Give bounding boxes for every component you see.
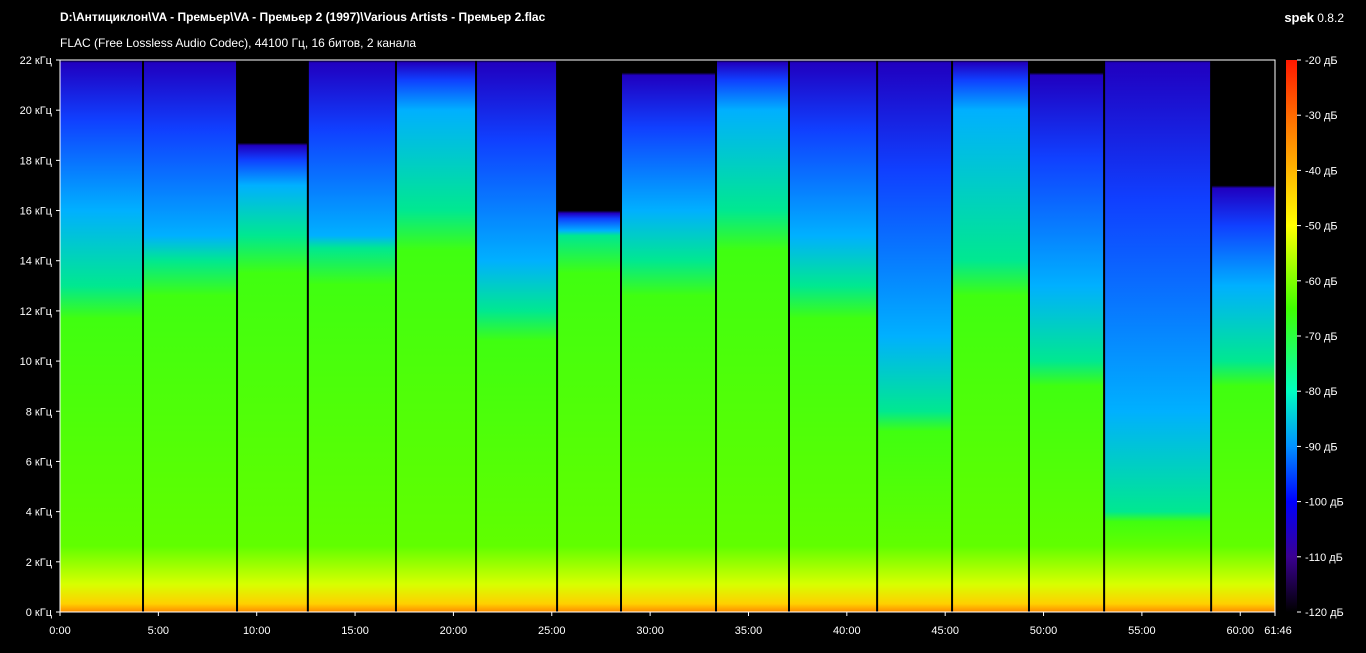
colorbar-tick-label: -40 дБ	[1305, 165, 1338, 177]
spectrogram-segment-11	[877, 60, 953, 612]
spectrogram-segment-12	[952, 60, 1029, 612]
x-tick-label: 45:00	[931, 625, 959, 637]
track-boundary	[1103, 60, 1106, 612]
x-tick-label: 10:00	[243, 625, 271, 637]
y-tick-label: 6 кГц	[26, 456, 53, 468]
x-tick-label: 5:00	[148, 625, 169, 637]
y-tick-label: 0 кГц	[26, 607, 53, 619]
spectrogram-segment-2	[143, 60, 238, 612]
colorbar-tick-label: -50 дБ	[1305, 221, 1338, 233]
spectrogram-segment-7	[557, 60, 622, 612]
spectrogram-segment-5	[395, 60, 477, 612]
track-boundary	[951, 60, 954, 612]
spectrogram-plot	[60, 60, 1275, 612]
x-tick-label: 0:00	[49, 625, 70, 637]
colorbar-tick-label: -30 дБ	[1305, 110, 1338, 122]
y-tick-label: 4 кГц	[26, 507, 53, 519]
track-boundary	[306, 60, 309, 612]
track-boundary	[787, 60, 790, 612]
track-boundary	[620, 60, 623, 612]
spectrogram-segment-8	[621, 60, 717, 612]
x-tick-label: 50:00	[1030, 625, 1058, 637]
colorbar-tick-label: -90 дБ	[1305, 441, 1338, 453]
spectrogram-segment-3	[237, 60, 308, 612]
frequency-axis: 0 кГц 2 кГц 4 кГц 6 кГц 8 кГц 10 кГц 12 кГц 14 …	[20, 55, 60, 619]
track-boundary	[1210, 60, 1213, 612]
spectrogram-segment-6	[476, 60, 558, 612]
y-tick-label: 10 кГц	[20, 356, 53, 368]
track-boundary	[394, 60, 397, 612]
y-tick-label: 8 кГц	[26, 406, 53, 418]
colorbar	[1286, 60, 1297, 612]
y-tick-label: 18 кГц	[20, 155, 53, 167]
y-tick-label: 22 кГц	[20, 55, 53, 67]
colorbar-axis: -20 дБ -30 дБ -40 дБ -50 дБ -60 дБ -70 дБ -80 …	[1297, 55, 1344, 619]
track-boundary	[236, 60, 239, 612]
x-tick-label: 55:00	[1128, 625, 1156, 637]
spectrogram-segment-1	[60, 60, 144, 612]
spectrogram-segment-10	[788, 60, 878, 612]
colorbar-tick-label: -70 дБ	[1305, 331, 1338, 343]
y-tick-label: 12 кГц	[20, 306, 53, 318]
track-boundary	[876, 60, 879, 612]
x-tick-label: 30:00	[636, 625, 664, 637]
spectrogram-segment-4	[307, 60, 396, 612]
x-tick-label: 15:00	[341, 625, 369, 637]
track-boundary	[1027, 60, 1030, 612]
track-boundary	[142, 60, 145, 612]
spectrogram-segment-9	[716, 60, 789, 612]
x-tick-label: 60:00	[1226, 625, 1254, 637]
spectrogram-segment-15	[1211, 60, 1275, 612]
track-boundary	[475, 60, 478, 612]
y-tick-label: 16 кГц	[20, 206, 53, 218]
x-tick-label: 40:00	[833, 625, 861, 637]
track-boundary	[715, 60, 718, 612]
track-boundary	[556, 60, 559, 612]
y-tick-label: 20 кГц	[20, 105, 53, 117]
colorbar-tick-label: -110 дБ	[1305, 552, 1343, 564]
colorbar-tick-label: -20 дБ	[1305, 55, 1338, 67]
colorbar-tick-label: -120 дБ	[1305, 607, 1344, 619]
y-tick-label: 14 кГц	[20, 256, 53, 268]
x-tick-label: 35:00	[735, 625, 763, 637]
time-axis: 0:00 5:00 10:00 15:00 20:00 25:00 30:00 35:00 40…	[49, 612, 1292, 637]
colorbar-tick-label: -60 дБ	[1305, 276, 1338, 288]
x-tick-label: 25:00	[538, 625, 566, 637]
spectrogram-segment-14	[1104, 60, 1212, 612]
colorbar-tick-label: -80 дБ	[1305, 386, 1338, 398]
spectrogram-segment-13	[1028, 60, 1105, 612]
x-tick-label: 20:00	[440, 625, 468, 637]
x-end-label: 61:46	[1264, 625, 1292, 637]
spectrogram-chart: 0 кГц 2 кГц 4 кГц 6 кГц 8 кГц 10 кГц 12 кГц 14 …	[20, 55, 1344, 637]
colorbar-tick-label: -100 дБ	[1305, 497, 1344, 509]
y-tick-label: 2 кГц	[26, 557, 53, 569]
